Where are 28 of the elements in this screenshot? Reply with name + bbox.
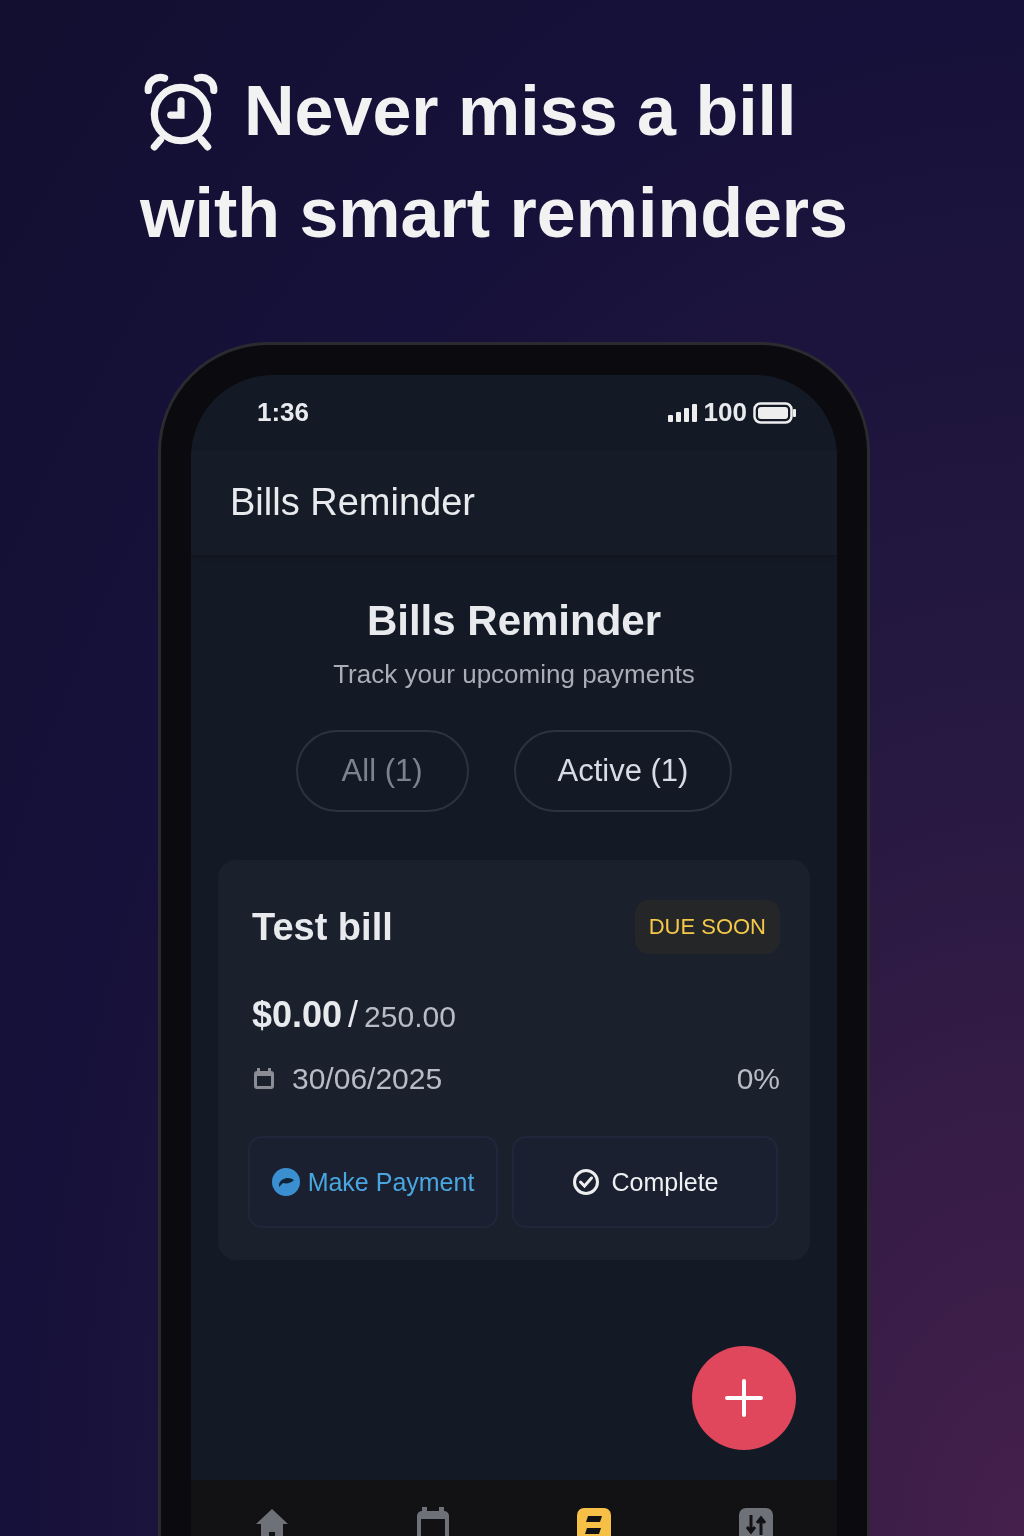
progress-percent: 0% [736,1062,780,1096]
signal-icon [667,403,698,422]
chat-bubble-icon [271,1168,300,1196]
bill-name: Test bill [252,905,393,949]
plus-icon [725,1379,763,1417]
paid-amount: $0.00 [252,994,343,1036]
calendar-icon [252,1067,276,1091]
complete-button[interactable]: Complete [512,1136,778,1228]
page-title: Bills Reminder [366,597,662,645]
receipt-icon[interactable] [576,1507,612,1536]
amount-separator: / [348,994,359,1036]
filter-tab[interactable]: All (1) [295,730,469,812]
battery-percent: 100 [703,397,747,428]
total-amount: 250.00 [364,1000,456,1034]
status-time: 1:36 [257,397,310,428]
calendar-icon[interactable] [416,1507,450,1536]
app-bar-title: Bills Reminder [230,481,475,524]
filter-tab[interactable]: Active (1) [513,730,733,812]
home-icon[interactable] [254,1507,290,1536]
due-date: 30/06/2025 [292,1062,443,1096]
status-badge: DUE SOON [634,900,780,954]
headline: Never miss a bill [244,71,797,152]
check-circle-icon [571,1168,600,1196]
transfer-icon[interactable] [738,1507,774,1536]
headline: with smart reminders [140,173,848,254]
make-payment-button[interactable]: Make Payment [248,1136,498,1228]
battery-icon [753,401,797,424]
page-subtitle: Track your upcoming payments [333,659,695,690]
